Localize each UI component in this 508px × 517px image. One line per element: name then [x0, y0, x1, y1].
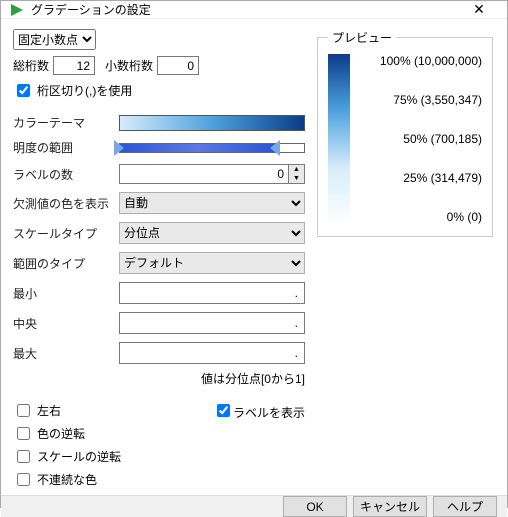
help-button[interactable]: ヘルプ	[433, 496, 497, 517]
titlebar: グラデーションの設定 ✕	[1, 1, 507, 19]
number-format-select[interactable]: 固定小数点	[13, 29, 96, 50]
thousands-checkbox[interactable]	[17, 84, 30, 97]
scale-type-select[interactable]: 分位点	[119, 222, 305, 244]
close-icon[interactable]: ✕	[459, 1, 499, 18]
max-label: 最大	[13, 345, 113, 362]
range-type-select[interactable]: デフォルト	[119, 252, 305, 274]
lr-checkbox-label[interactable]: 左右	[13, 401, 121, 420]
total-digits-label: 総桁数	[13, 57, 49, 74]
preview-gradient-bar	[328, 54, 350, 224]
reverse-scale-checkbox[interactable]	[17, 450, 30, 463]
reverse-color-checkbox[interactable]	[17, 427, 30, 440]
window-title: グラデーションの設定	[31, 1, 459, 18]
ok-button[interactable]: OK	[283, 496, 347, 517]
missing-color-select[interactable]: 自動	[119, 192, 305, 214]
preview-line: 75% (3,550,347)	[360, 93, 482, 107]
label-count-input[interactable]	[119, 164, 289, 184]
min-label: 最小	[13, 285, 113, 302]
lr-checkbox[interactable]	[17, 404, 30, 417]
reverse-scale-checkbox-label[interactable]: スケールの逆転	[13, 447, 121, 466]
preview-line: 25% (314,479)	[360, 171, 482, 185]
preview-values: 100% (10,000,000) 75% (3,550,347) 50% (7…	[360, 54, 482, 224]
discrete-color-checkbox-label[interactable]: 不連続な色	[13, 470, 121, 489]
color-theme-label: カラーテーマ	[13, 114, 113, 131]
preview-line: 0% (0)	[360, 210, 482, 224]
missing-color-label: 欠測値の色を表示	[13, 195, 113, 212]
label-count-label: ラベルの数	[13, 166, 113, 183]
dialog-window: グラデーションの設定 ✕ 固定小数点 総桁数 小数桁数 桁区切り(,)を使用	[0, 0, 508, 508]
decimal-digits-input[interactable]	[157, 56, 199, 75]
scale-type-label: スケールタイプ	[13, 225, 113, 242]
show-label-checkbox-label[interactable]: ラベルを表示	[213, 401, 305, 489]
dialog-footer: OK キャンセル ヘルプ	[1, 495, 507, 517]
center-label: 中央	[13, 315, 113, 332]
center-input[interactable]	[119, 312, 305, 334]
range-hint: 値は分位点[0から1]	[119, 370, 305, 387]
thousands-checkbox-label[interactable]: 桁区切り(,)を使用	[13, 81, 132, 100]
settings-panel: 固定小数点 総桁数 小数桁数 桁区切り(,)を使用 カラーテーマ 明度の範囲	[13, 29, 305, 489]
show-label-checkbox[interactable]	[217, 404, 230, 417]
discrete-color-checkbox[interactable]	[17, 473, 30, 486]
preview-legend: プレビュー	[328, 29, 396, 46]
brightness-label: 明度の範囲	[13, 139, 113, 156]
preview-line: 50% (700,185)	[360, 132, 482, 146]
reverse-color-checkbox-label[interactable]: 色の逆転	[13, 424, 121, 443]
range-type-label: 範囲のタイプ	[13, 255, 113, 272]
max-input[interactable]	[119, 342, 305, 364]
preview-line: 100% (10,000,000)	[360, 54, 482, 68]
total-digits-input[interactable]	[53, 56, 95, 75]
app-icon	[9, 2, 25, 18]
min-input[interactable]	[119, 282, 305, 304]
decimal-digits-label: 小数桁数	[105, 57, 153, 74]
brightness-slider[interactable]	[119, 143, 305, 153]
cancel-button[interactable]: キャンセル	[353, 496, 427, 517]
preview-panel: プレビュー 100% (10,000,000) 75% (3,550,347) …	[315, 29, 495, 489]
color-theme-bar[interactable]	[119, 115, 305, 131]
label-count-spinner[interactable]: ▲▼	[289, 164, 305, 184]
